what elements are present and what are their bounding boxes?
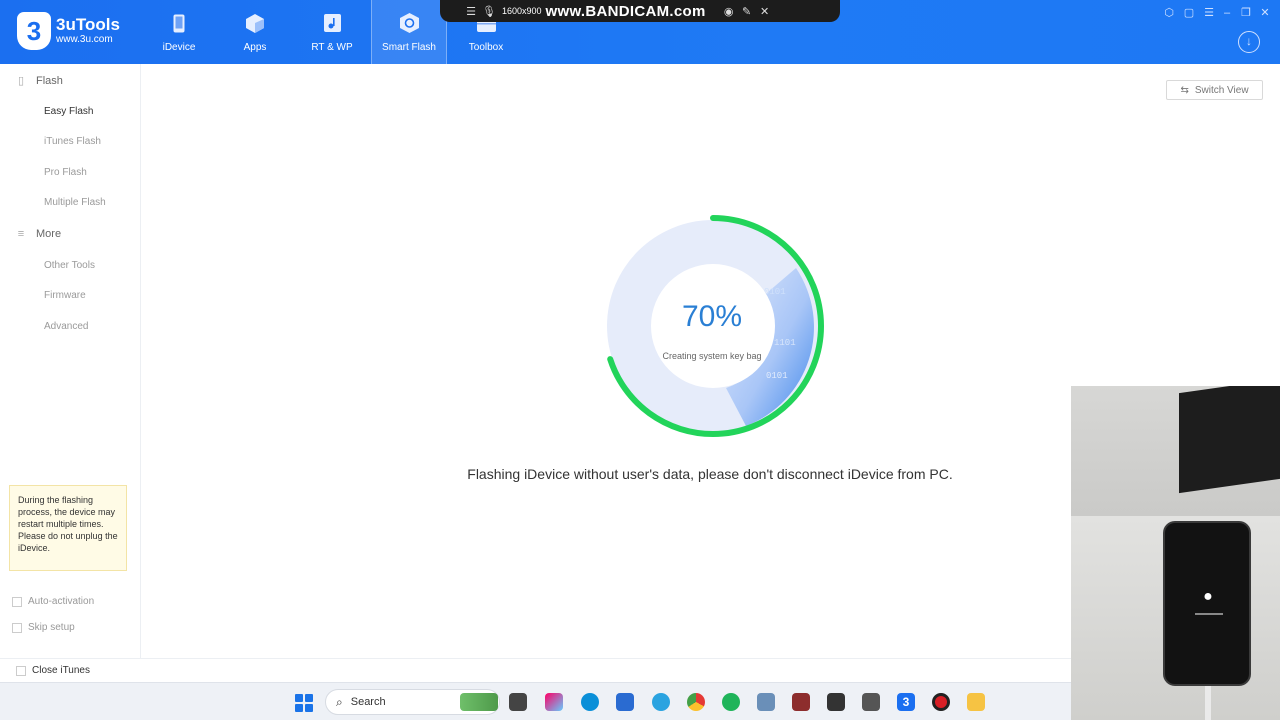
checkbox-box[interactable] [12,622,22,633]
auto-activation-checkbox[interactable]: Auto-activation [12,596,94,607]
download-icon[interactable]: ↓ [1238,31,1260,53]
settings-icon[interactable] [827,693,845,711]
search-icon: ⌕ [336,694,343,709]
progress-stage: Creating system key bag [662,351,762,361]
checkbox-label: Skip setup [28,622,75,633]
bandicam-bar: ☰ 🎙 1600x900 www.BANDICAM.com ◉ ✎ ✕ [440,0,840,22]
flash-progress: 0101 1101 0101 70% Creating system key b… [596,208,828,444]
skip-setup-checkbox[interactable]: Skip setup [12,622,75,633]
close-icon[interactable]: ✕ [1258,6,1272,20]
search-placeholder: Search [350,696,386,708]
pencil-icon[interactable]: ✎ [738,5,756,18]
sidebar: ▯ Flash Easy Flash iTunes Flash Pro Flas… [0,64,141,658]
widgets-icon[interactable] [460,693,498,711]
close-icon[interactable]: ✕ [756,5,774,18]
sidebar-item-easy-flash[interactable]: Easy Flash [44,106,93,117]
logo-badge: 3 [17,12,51,50]
binary-decoration: 0101 [766,371,788,381]
task-view-icon[interactable] [509,693,527,711]
checkbox-label: Close iTunes [32,665,90,676]
nav-idevice[interactable]: iDevice [141,0,217,64]
nav-label: Smart Flash [382,42,436,53]
phone-icon [169,13,189,33]
checkbox-box[interactable] [16,665,26,676]
menu-icon[interactable]: ☰ [462,5,480,18]
mic-icon[interactable]: 🎙 [480,5,498,18]
close-itunes-checkbox[interactable]: Close iTunes [16,665,90,676]
feedback-icon[interactable]: ▢ [1182,6,1196,20]
menu-icon[interactable]: ☰ [1202,6,1216,20]
nav-rt-wp[interactable]: RT & WP [294,0,370,64]
sidebar-item-itunes-flash[interactable]: iTunes Flash [44,136,101,147]
apple-logo-icon: ● [1203,588,1213,605]
sidebar-item-multiple-flash[interactable]: Multiple Flash [44,197,106,208]
app-url: www.3u.com [56,34,113,45]
boot-progress-bar [1195,613,1223,615]
utorrent-icon[interactable] [722,693,740,711]
flash-warning-note: During the flashing process, the device … [9,485,127,571]
webcam-cable [1205,686,1211,720]
cube-icon [245,13,265,33]
sidebar-item-advanced[interactable]: Advanced [44,321,88,332]
app-icon[interactable] [757,693,775,711]
store-icon[interactable] [616,693,634,711]
section-label: More [36,228,62,240]
recording-resolution: 1600x900 [502,6,542,16]
switch-icon: ⇆ [1180,84,1189,96]
section-label: Flash [36,74,63,87]
phone-outline-icon: ▯ [17,75,25,87]
nav-label: Toolbox [468,42,504,53]
nav-apps[interactable]: Apps [217,0,293,64]
winrar-icon[interactable] [792,693,810,711]
music-icon [322,13,342,33]
nav-label: Apps [243,42,267,53]
flash-icon [399,13,419,33]
app-name: 3uTools [56,15,120,34]
sidebar-item-firmware[interactable]: Firmware [44,290,86,301]
bandicam-taskbar-icon[interactable] [932,693,950,711]
checkbox-box[interactable] [12,596,22,607]
nav-label: RT & WP [311,42,353,53]
bandicam-brand: www.BANDICAM.com [545,2,706,20]
copilot-icon[interactable] [545,693,563,711]
switch-view-button[interactable]: ⇆ Switch View [1166,80,1263,100]
sidebar-section-flash[interactable]: ▯ Flash [14,74,63,88]
restore-icon[interactable]: ❐ [1239,6,1253,20]
sidebar-item-pro-flash[interactable]: Pro Flash [44,167,87,178]
binary-decoration: 0101 [764,287,786,297]
progress-percent: 70% [681,300,743,333]
binary-decoration: 1101 [774,338,796,348]
webcam-iphone: ● [1163,521,1251,686]
sidebar-section-more[interactable]: ≡ More [14,228,61,240]
checkbox-label: Auto-activation [28,596,95,607]
telegram-icon[interactable] [652,693,670,711]
3utools-taskbar-icon[interactable]: 3 [897,693,915,711]
app-logo: 3 3uTools www.3u.com [17,12,120,50]
sidebar-item-other-tools[interactable]: Other Tools [44,260,95,271]
nav-smart-flash[interactable]: Smart Flash [371,0,447,64]
nav-label: iDevice [162,42,196,53]
file-explorer-icon[interactable] [967,693,985,711]
minimize-icon[interactable]: – [1220,6,1234,20]
switch-view-label: Switch View [1194,84,1249,96]
webcam-monitor [1179,386,1280,494]
app-footer: Close iTunes [0,658,1071,682]
windows-start-icon[interactable] [295,694,313,712]
skin-icon[interactable]: ⬡ [1162,6,1176,20]
chrome-icon[interactable] [687,693,705,711]
app-icon[interactable] [862,693,880,711]
webcam-overlay: ● [1071,386,1280,720]
edge-icon[interactable] [581,693,599,711]
flash-status-message: Flashing iDevice without user's data, pl… [467,466,953,482]
camera-icon[interactable]: ◉ [720,5,738,18]
list-icon: ≡ [17,228,25,240]
